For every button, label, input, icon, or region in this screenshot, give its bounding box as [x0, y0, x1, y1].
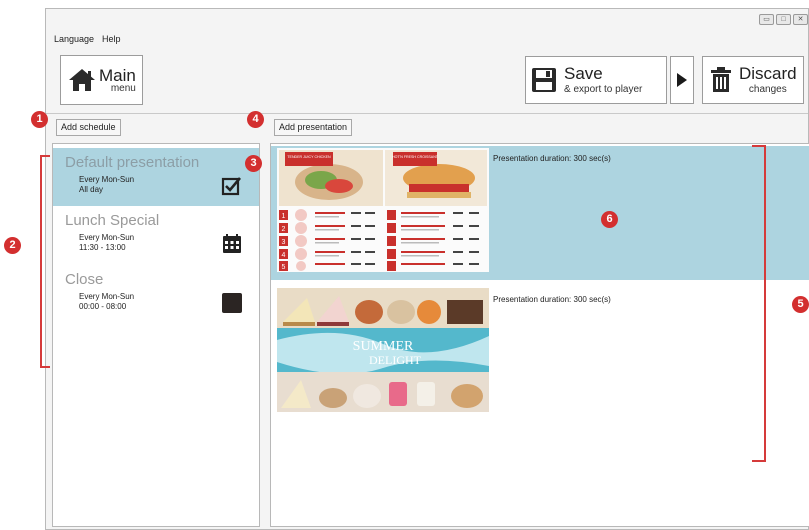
- schedule-list: Default presentation Every Mon-Sun All d…: [52, 143, 260, 527]
- thumb-number: 4: [282, 252, 286, 259]
- main-menu-title: Main: [99, 65, 136, 85]
- presentation-item[interactable]: TENDER JUICY CHICKEN HOT'N FRESH CROISSA…: [271, 146, 809, 280]
- presentation-duration: Presentation duration: 300 sec(s): [493, 295, 611, 304]
- schedule-title: Default presentation: [65, 154, 200, 171]
- menu-help[interactable]: Help: [102, 34, 121, 44]
- main-menu-button[interactable]: Main menu: [60, 55, 143, 105]
- close-icon[interactable]: ✕: [793, 14, 808, 25]
- thumb-title-line-2: DELIGHT: [369, 353, 422, 367]
- menu-board-thumbnail: TENDER JUICY CHICKEN HOT'N FRESH CROISSA…: [277, 148, 489, 272]
- schedule-time: 00:00 - 08:00: [79, 302, 127, 311]
- schedule-item-close[interactable]: Close Every Mon-Sun 00:00 - 08:00: [53, 265, 259, 323]
- main-menu-subtitle: menu: [110, 82, 136, 94]
- presentation-item[interactable]: SUMMER DELIGHT Presentation duration: 30…: [271, 284, 809, 418]
- play-button[interactable]: [670, 56, 694, 104]
- schedule-item-default[interactable]: Default presentation Every Mon-Sun All d…: [53, 148, 259, 206]
- maximize-icon[interactable]: □: [776, 14, 791, 25]
- thumb-label-1: TENDER JUICY CHICKEN: [287, 155, 331, 159]
- checkbox-checked-icon[interactable]: [221, 175, 243, 197]
- floppy-disk-icon: [532, 68, 556, 92]
- presentation-list: TENDER JUICY CHICKEN HOT'N FRESH CROISSA…: [270, 143, 809, 527]
- thumb-number: 2: [282, 226, 286, 233]
- menu-language[interactable]: Language: [54, 34, 94, 44]
- save-subtitle: & export to player: [564, 84, 643, 95]
- schedule-title: Close: [65, 271, 104, 288]
- discard-changes-button[interactable]: Discard changes: [702, 56, 804, 104]
- minimize-icon[interactable]: ▭: [759, 14, 774, 25]
- trash-icon: [711, 67, 731, 92]
- discard-subtitle: changes: [748, 84, 787, 95]
- callout-2: 2: [4, 237, 21, 254]
- thumb-number: 3: [282, 239, 286, 246]
- thumb-title-line-1: SUMMER: [353, 339, 414, 354]
- callout-5: 5: [792, 296, 809, 313]
- toolbar-divider: [46, 113, 808, 114]
- thumb-number: 5: [282, 264, 286, 271]
- thumb-label-2: HOT'N FRESH CROISSANT: [392, 155, 439, 159]
- callout-4: 4: [247, 111, 264, 128]
- schedule-time: All day: [79, 185, 104, 194]
- black-square-icon[interactable]: [221, 292, 243, 314]
- home-icon: [69, 69, 95, 91]
- calendar-icon[interactable]: [221, 233, 243, 255]
- window-controls: ▭ □ ✕: [759, 14, 808, 25]
- discard-title: Discard: [739, 64, 797, 83]
- add-presentation-button[interactable]: Add presentation: [274, 119, 353, 136]
- menu-bar: Language Help: [54, 34, 121, 44]
- schedule-days: Every Mon-Sun: [79, 292, 135, 301]
- callout-6: 6: [601, 211, 618, 228]
- schedule-title: Lunch Special: [65, 212, 160, 229]
- schedule-time: 11:30 - 13:00: [79, 243, 126, 252]
- presentation-duration: Presentation duration: 300 sec(s): [493, 154, 611, 163]
- bracket-presentations: [752, 145, 766, 462]
- schedule-days: Every Mon-Sun: [79, 233, 135, 242]
- save-export-button[interactable]: Save & export to player: [525, 56, 667, 104]
- play-icon: [677, 73, 687, 87]
- summer-delight-thumbnail: SUMMER DELIGHT: [277, 288, 489, 412]
- save-title: Save: [564, 64, 603, 83]
- thumb-number: 1: [282, 213, 286, 220]
- bracket-schedules: [40, 155, 50, 368]
- schedule-days: Every Mon-Sun: [79, 175, 135, 184]
- callout-1: 1: [31, 111, 48, 128]
- schedule-item-lunch-special[interactable]: Lunch Special Every Mon-Sun 11:30 - 13:0…: [53, 206, 259, 264]
- callout-3: 3: [245, 155, 262, 172]
- app-window: ▭ □ ✕ Language Help Main menu Save & exp…: [45, 8, 809, 530]
- title-bar: ▭ □ ✕: [46, 9, 808, 31]
- add-schedule-button[interactable]: Add schedule: [56, 119, 121, 136]
